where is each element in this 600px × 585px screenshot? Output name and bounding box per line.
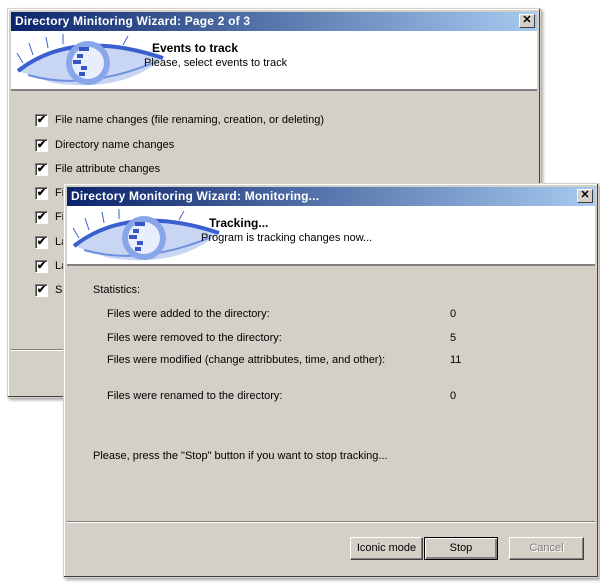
checkbox-label: Directory name changes xyxy=(55,139,175,151)
stat-label: Files were added to the directory: xyxy=(107,308,270,320)
stat-value: 0 xyxy=(450,308,457,320)
checkbox[interactable]: ✔ xyxy=(35,283,48,297)
checkbox[interactable]: ✔ xyxy=(35,235,48,249)
wizard-header: Events to track Please, select events to… xyxy=(11,31,537,91)
statistics-label: Statistics: xyxy=(93,284,141,296)
checkbox[interactable]: ✔ xyxy=(35,186,48,200)
check-icon: ✔ xyxy=(36,283,47,296)
stat-label: Files were renamed to the directory: xyxy=(107,390,283,402)
title-bar[interactable]: Directory Monitoring Wizard: Monitoring.… xyxy=(67,187,595,206)
checkbox[interactable]: ✔ xyxy=(35,138,48,152)
checkbox[interactable]: ✔ xyxy=(35,210,48,224)
checkbox[interactable]: ✔ xyxy=(35,113,48,127)
event-checkbox[interactable]: ✔ Fil xyxy=(35,210,67,224)
stop-hint: Please, press the "Stop" button if you w… xyxy=(93,450,388,462)
separator xyxy=(67,521,595,523)
check-icon: ✔ xyxy=(36,210,47,223)
header-title: Tracking... xyxy=(209,216,269,230)
title-bar[interactable]: Directory Minitoring Wizard: Page 2 of 3 xyxy=(11,12,537,31)
check-icon: ✔ xyxy=(36,138,47,151)
checkbox[interactable]: ✔ xyxy=(35,259,48,273)
event-checkbox[interactable]: ✔ Fil xyxy=(35,186,67,200)
check-icon: ✔ xyxy=(36,235,47,248)
stat-value: 0 xyxy=(450,390,457,402)
window-title: Directory Minitoring Wizard: Page 2 of 3 xyxy=(15,14,251,28)
iconic-mode-button[interactable]: Iconic mode xyxy=(350,537,423,560)
event-checkbox[interactable]: ✔ Directory name changes xyxy=(35,138,174,152)
checkbox-label: File name changes (file renaming, creati… xyxy=(55,114,325,126)
checkbox-label: File attribute changes xyxy=(55,163,161,175)
check-icon: ✔ xyxy=(36,113,47,126)
stop-button[interactable]: Stop xyxy=(424,537,498,560)
window-title: Directory Monitoring Wizard: Monitoring.… xyxy=(71,189,320,203)
close-button[interactable]: ✕ xyxy=(519,14,535,28)
stat-label: Files were removed to the directory: xyxy=(107,332,282,344)
stat-value: 5 xyxy=(450,332,457,344)
header-subtitle: Please, select events to track xyxy=(144,57,288,69)
close-button[interactable]: ✕ xyxy=(577,189,593,203)
monitoring-window: Directory Monitoring Wizard: Monitoring.… xyxy=(63,183,599,578)
check-icon: ✔ xyxy=(36,259,47,272)
check-icon: ✔ xyxy=(36,186,47,199)
stat-value: 11 xyxy=(450,354,462,366)
event-checkbox[interactable]: ✔ File attribute changes xyxy=(35,162,160,176)
checkbox[interactable]: ✔ xyxy=(35,162,48,176)
header-title: Events to track xyxy=(152,41,239,55)
cancel-button: Cancel xyxy=(509,537,584,560)
check-icon: ✔ xyxy=(36,162,47,175)
wizard-header: Tracking... Program is tracking changes … xyxy=(67,206,595,266)
event-checkbox[interactable]: ✔ File name changes (file renaming, creat… xyxy=(35,113,324,127)
stat-label: Files were modified (change attribbutes,… xyxy=(107,354,386,366)
header-subtitle: Program is tracking changes now... xyxy=(201,232,373,244)
